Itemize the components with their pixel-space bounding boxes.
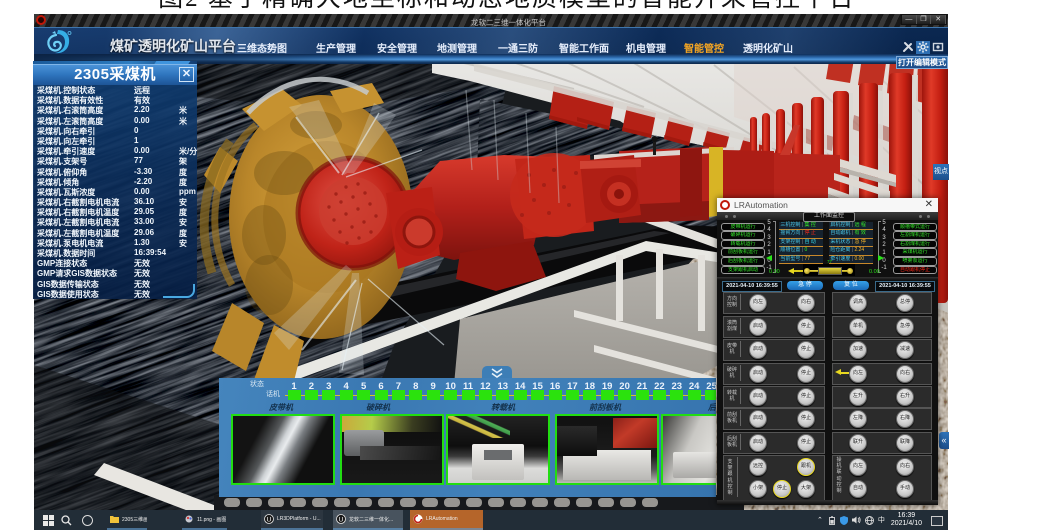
svg-text:U: U (267, 516, 272, 523)
svg-text:U: U (339, 516, 344, 523)
